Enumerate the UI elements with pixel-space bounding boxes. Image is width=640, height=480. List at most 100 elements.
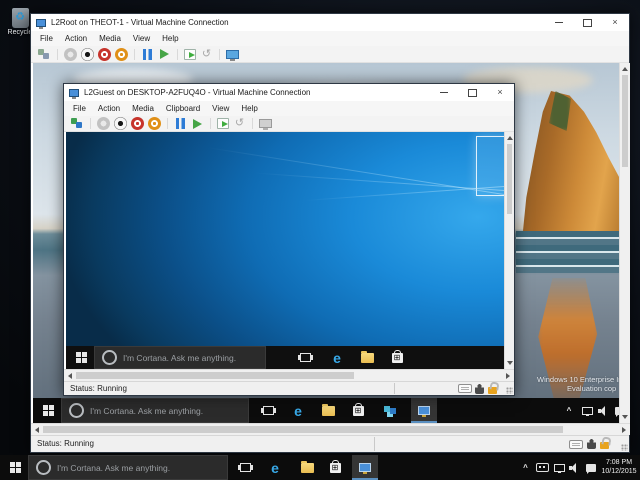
host-clock[interactable]: 7:08 PM 10/12/2015 xyxy=(600,458,638,476)
store-icon: ⊞ xyxy=(391,349,403,363)
l2guest-start-button[interactable] xyxy=(68,346,94,369)
start-vm-button[interactable] xyxy=(97,117,110,130)
l2guest-search-placeholder: I'm Cortana. Ask me anything. xyxy=(123,352,237,363)
hyperv-manager-icon xyxy=(383,405,397,417)
checkpoint-button[interactable] xyxy=(184,48,196,60)
speaker-icon xyxy=(598,405,610,416)
checkpoint-button[interactable] xyxy=(217,118,229,129)
host-store-button[interactable]: ⊞ xyxy=(322,455,348,480)
l2root-store-button[interactable]: ⊞ xyxy=(345,398,371,423)
l2guest-explorer-button[interactable] xyxy=(354,346,380,369)
keyboard-status-icon xyxy=(569,440,583,449)
outer-maximize-button[interactable] xyxy=(573,14,601,31)
reset-button[interactable] xyxy=(193,118,202,129)
reset-button[interactable] xyxy=(160,49,169,59)
pause-button[interactable] xyxy=(176,118,185,129)
l2guest-wallpaper xyxy=(66,132,504,369)
inner-minimize-button[interactable] xyxy=(430,84,458,101)
enhanced-session-button[interactable] xyxy=(259,119,272,130)
host-search-placeholder: I'm Cortana. Ask me anything. xyxy=(57,462,171,473)
l2root-start-button[interactable] xyxy=(35,398,61,423)
task-view-icon xyxy=(239,463,251,472)
outer-minimize-button[interactable] xyxy=(545,14,573,31)
host-start-button[interactable] xyxy=(2,455,28,480)
inner-vm-window: L2Guest on DESKTOP-A2FUQ4O - Virtual Mac… xyxy=(63,83,515,396)
outer-horizontal-scrollbar[interactable] xyxy=(31,423,630,435)
l2guest-edge-button[interactable]: e xyxy=(324,346,350,369)
save-vm-button[interactable] xyxy=(115,47,128,61)
host-tray-volume[interactable] xyxy=(567,455,583,480)
host-vmconnect-button[interactable] xyxy=(352,455,378,480)
inner-menu-action[interactable]: Action xyxy=(92,101,126,116)
task-view-icon xyxy=(262,406,274,415)
save-vm-button[interactable] xyxy=(148,117,161,130)
inner-status-text: Status: Running xyxy=(70,384,127,393)
l2root-edge-button[interactable]: e xyxy=(285,398,311,423)
inner-maximize-button[interactable] xyxy=(458,84,486,101)
inner-vertical-scrollbar[interactable] xyxy=(504,132,514,369)
windows-logo-icon xyxy=(9,462,21,473)
l2root-vmconnect-button[interactable] xyxy=(411,398,437,423)
inner-close-button[interactable]: × xyxy=(486,84,514,101)
inner-menu-clipboard[interactable]: Clipboard xyxy=(160,101,206,116)
resize-grip[interactable] xyxy=(621,444,628,451)
inner-menu-media[interactable]: Media xyxy=(126,101,160,116)
outer-menu-file[interactable]: File xyxy=(34,31,59,46)
clock-time: 7:08 PM xyxy=(605,459,633,466)
inner-menu-view[interactable]: View xyxy=(206,101,235,116)
keyboard-status-icon xyxy=(458,384,472,393)
ctrl-alt-del-button[interactable] xyxy=(71,117,84,130)
inner-horizontal-scrollbar[interactable] xyxy=(64,369,514,381)
outer-status-bar: Status: Running xyxy=(31,435,629,452)
revert-button[interactable]: ↺ xyxy=(233,117,246,130)
l2root-tray-network[interactable] xyxy=(579,398,595,423)
pause-button[interactable] xyxy=(143,48,152,60)
shut-down-button[interactable] xyxy=(98,47,111,61)
outer-close-button[interactable]: × xyxy=(601,14,629,31)
host-tray-hyperv[interactable] xyxy=(534,455,550,480)
l2guest-store-button[interactable]: ⊞ xyxy=(384,346,410,369)
l2root-tray-volume[interactable] xyxy=(596,398,612,423)
inner-menu-help[interactable]: Help xyxy=(235,101,263,116)
revert-button[interactable]: ↺ xyxy=(200,48,213,61)
host-search-box[interactable]: I'm Cortana. Ask me anything. xyxy=(28,455,228,480)
l2root-hyperv-manager-button[interactable] xyxy=(377,398,403,423)
inner-titlebar[interactable]: L2Guest on DESKTOP-A2FUQ4O - Virtual Mac… xyxy=(64,84,514,101)
outer-vertical-scrollbar[interactable] xyxy=(619,63,630,423)
inner-menu-file[interactable]: File xyxy=(67,101,92,116)
edge-icon: e xyxy=(333,349,341,366)
host-tray-network[interactable] xyxy=(551,455,567,480)
network-icon xyxy=(581,406,593,416)
file-explorer-icon xyxy=(300,460,314,473)
turn-off-button[interactable] xyxy=(81,47,94,61)
shut-down-button[interactable] xyxy=(131,117,144,130)
outer-titlebar[interactable]: L2Root on THEOT-1 - Virtual Machine Conn… xyxy=(31,14,629,31)
cortana-icon xyxy=(36,460,51,475)
l2root-tray-chevron[interactable]: ^ xyxy=(561,398,577,423)
enhanced-session-button[interactable] xyxy=(226,49,239,61)
host-tray-actioncenter[interactable] xyxy=(583,455,599,480)
outer-menu-action[interactable]: Action xyxy=(59,31,93,46)
l2root-explorer-button[interactable] xyxy=(315,398,341,423)
resize-grip[interactable] xyxy=(506,387,513,394)
outer-menu-media[interactable]: Media xyxy=(93,31,127,46)
user-status-icon xyxy=(475,384,484,394)
inner-vm-display[interactable]: I'm Cortana. Ask me anything. e ⊞ xyxy=(66,132,504,369)
outer-menubar: File Action Media View Help xyxy=(31,31,629,46)
host-edge-button[interactable]: e xyxy=(262,455,288,480)
host-explorer-button[interactable] xyxy=(294,455,320,480)
host-taskview-button[interactable] xyxy=(232,455,258,480)
outer-menu-view[interactable]: View xyxy=(127,31,156,46)
host-tray-chevron[interactable]: ^ xyxy=(518,455,533,480)
outer-menu-help[interactable]: Help xyxy=(156,31,184,46)
l2guest-taskview-button[interactable] xyxy=(292,346,318,369)
ctrl-alt-del-button[interactable] xyxy=(38,48,51,61)
file-explorer-icon xyxy=(321,403,335,416)
start-vm-button[interactable] xyxy=(64,47,77,61)
l2guest-search-box[interactable]: I'm Cortana. Ask me anything. xyxy=(94,346,266,369)
cortana-icon xyxy=(69,403,84,418)
l2root-taskview-button[interactable] xyxy=(255,398,281,423)
l2root-tray-actioncenter[interactable] xyxy=(612,398,619,423)
l2root-search-box[interactable]: I'm Cortana. Ask me anything. xyxy=(61,398,249,423)
turn-off-button[interactable] xyxy=(114,117,127,130)
